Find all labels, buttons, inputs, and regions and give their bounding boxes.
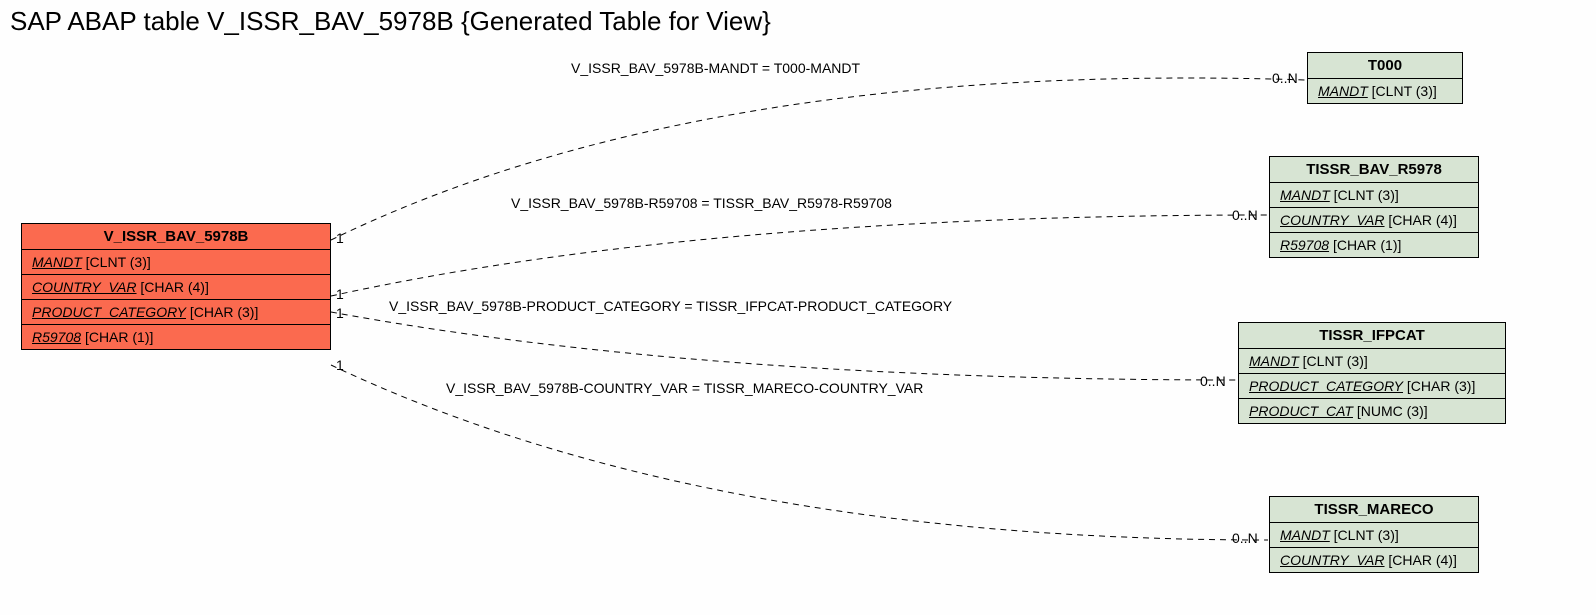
field-type: [CHAR (1)] bbox=[1333, 237, 1401, 253]
cardinality-right: 0..N bbox=[1232, 530, 1258, 546]
entity-tissr-ifpcat: TISSR_IFPCAT MANDT [CLNT (3)] PRODUCT_CA… bbox=[1238, 322, 1506, 424]
field-name: MANDT bbox=[1249, 353, 1299, 369]
field-row: PRODUCT_CATEGORY [CHAR (3)] bbox=[22, 300, 330, 325]
field-type: [CHAR (3)] bbox=[1407, 378, 1475, 394]
cardinality-right: 0..N bbox=[1200, 373, 1226, 389]
field-row: MANDT [CLNT (3)] bbox=[1270, 183, 1478, 208]
entity-header: TISSR_IFPCAT bbox=[1239, 323, 1505, 349]
field-type: [NUMC (3)] bbox=[1357, 403, 1428, 419]
field-type: [CHAR (4)] bbox=[140, 279, 208, 295]
field-row: MANDT [CLNT (3)] bbox=[22, 250, 330, 275]
cardinality-left: 1 bbox=[336, 357, 344, 373]
relation-label: V_ISSR_BAV_5978B-PRODUCT_CATEGORY = TISS… bbox=[389, 298, 952, 314]
entity-tissr-bav-r5978: TISSR_BAV_R5978 MANDT [CLNT (3)] COUNTRY… bbox=[1269, 156, 1479, 258]
field-type: [CLNT (3)] bbox=[86, 254, 151, 270]
field-name: R59708 bbox=[1280, 237, 1329, 253]
relation-label: V_ISSR_BAV_5978B-MANDT = T000-MANDT bbox=[571, 60, 860, 76]
field-type: [CLNT (3)] bbox=[1334, 527, 1399, 543]
field-row: PRODUCT_CATEGORY [CHAR (3)] bbox=[1239, 374, 1505, 399]
field-type: [CHAR (4)] bbox=[1388, 212, 1456, 228]
field-name: COUNTRY_VAR bbox=[32, 279, 137, 295]
entity-source: V_ISSR_BAV_5978B MANDT [CLNT (3)] COUNTR… bbox=[21, 223, 331, 350]
field-row: COUNTRY_VAR [CHAR (4)] bbox=[22, 275, 330, 300]
relation-label: V_ISSR_BAV_5978B-COUNTRY_VAR = TISSR_MAR… bbox=[446, 380, 923, 396]
field-name: PRODUCT_CATEGORY bbox=[32, 304, 186, 320]
entity-header: V_ISSR_BAV_5978B bbox=[22, 224, 330, 250]
cardinality-right: 0..N bbox=[1232, 207, 1258, 223]
field-row: MANDT [CLNT (3)] bbox=[1270, 523, 1478, 548]
field-type: [CHAR (4)] bbox=[1388, 552, 1456, 568]
field-name: MANDT bbox=[1280, 187, 1330, 203]
field-type: [CHAR (1)] bbox=[85, 329, 153, 345]
entity-header: TISSR_BAV_R5978 bbox=[1270, 157, 1478, 183]
cardinality-right: 0..N bbox=[1272, 70, 1298, 86]
field-name: MANDT bbox=[1318, 83, 1368, 99]
field-row: COUNTRY_VAR [CHAR (4)] bbox=[1270, 548, 1478, 572]
entity-tissr-mareco: TISSR_MARECO MANDT [CLNT (3)] COUNTRY_VA… bbox=[1269, 496, 1479, 573]
field-name: PRODUCT_CATEGORY bbox=[1249, 378, 1403, 394]
field-name: R59708 bbox=[32, 329, 81, 345]
field-row: COUNTRY_VAR [CHAR (4)] bbox=[1270, 208, 1478, 233]
field-row: R59708 [CHAR (1)] bbox=[22, 325, 330, 349]
field-name: PRODUCT_CAT bbox=[1249, 403, 1353, 419]
field-type: [CLNT (3)] bbox=[1334, 187, 1399, 203]
field-row: MANDT [CLNT (3)] bbox=[1308, 79, 1462, 103]
field-row: MANDT [CLNT (3)] bbox=[1239, 349, 1505, 374]
page-title: SAP ABAP table V_ISSR_BAV_5978B {Generat… bbox=[10, 6, 771, 37]
field-name: COUNTRY_VAR bbox=[1280, 552, 1385, 568]
field-name: MANDT bbox=[1280, 527, 1330, 543]
entity-header: T000 bbox=[1308, 53, 1462, 79]
field-type: [CLNT (3)] bbox=[1372, 83, 1437, 99]
cardinality-left: 1 bbox=[336, 305, 344, 321]
entity-header: TISSR_MARECO bbox=[1270, 497, 1478, 523]
field-type: [CHAR (3)] bbox=[190, 304, 258, 320]
field-row: PRODUCT_CAT [NUMC (3)] bbox=[1239, 399, 1505, 423]
field-type: [CLNT (3)] bbox=[1303, 353, 1368, 369]
cardinality-left: 1 bbox=[336, 230, 344, 246]
entity-t000: T000 MANDT [CLNT (3)] bbox=[1307, 52, 1463, 104]
relation-label: V_ISSR_BAV_5978B-R59708 = TISSR_BAV_R597… bbox=[511, 195, 892, 211]
field-row: R59708 [CHAR (1)] bbox=[1270, 233, 1478, 257]
field-name: MANDT bbox=[32, 254, 82, 270]
field-name: COUNTRY_VAR bbox=[1280, 212, 1385, 228]
cardinality-left: 1 bbox=[336, 286, 344, 302]
